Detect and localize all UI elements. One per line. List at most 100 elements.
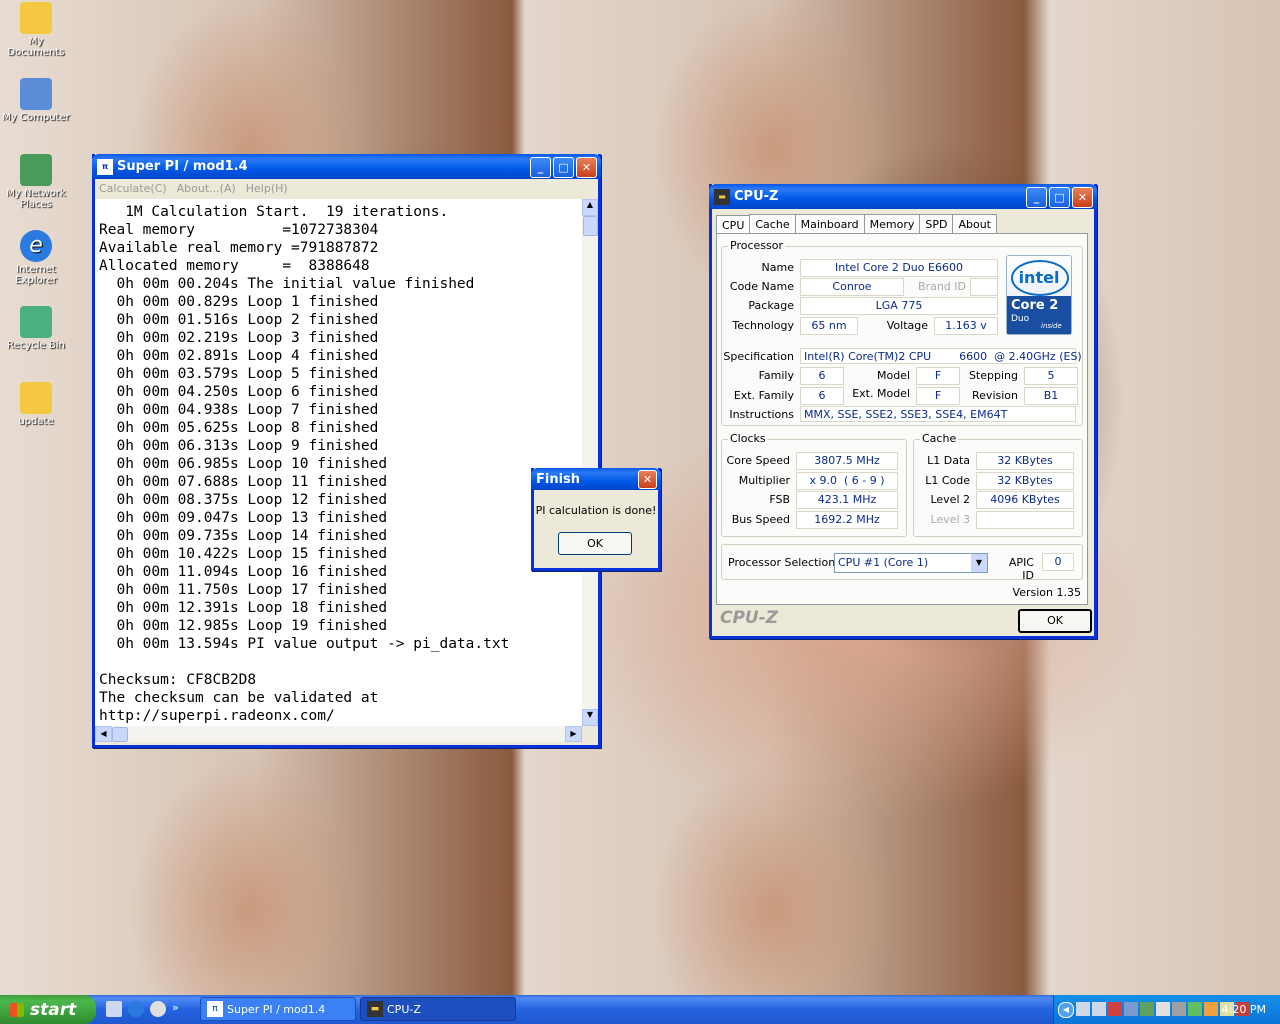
chevron-down-icon[interactable]: ▼ — [971, 554, 987, 572]
close-button[interactable]: ✕ — [1072, 187, 1093, 208]
network-icon — [20, 154, 52, 186]
minimize-button[interactable]: _ — [1026, 187, 1047, 208]
logo-inside: inside — [1041, 322, 1062, 330]
sensor-icon[interactable] — [1172, 1002, 1186, 1016]
menu-about[interactable]: About...(A) — [177, 182, 236, 195]
vertical-scrollbar[interactable]: ▲ ▼ — [582, 199, 598, 726]
output-line: http://superpi.radeonx.com/ — [99, 708, 335, 724]
output-line: 0h 00m 00.204s The initial value finishe… — [99, 276, 475, 292]
ok-button[interactable]: OK — [1018, 609, 1092, 633]
computer-icon — [20, 78, 52, 110]
superpi-titlebar[interactable]: π Super PI / mod1.4 _ □ ✕ — [92, 154, 601, 179]
field-label: Code Name — [729, 280, 794, 293]
field-label: L1 Code — [925, 474, 970, 487]
scroll-thumb[interactable] — [583, 216, 598, 236]
desktop-icon-recycle-bin[interactable]: Recycle Bin — [0, 306, 72, 351]
messenger-icon[interactable] — [1188, 1002, 1202, 1016]
version-text: Version 1.35 — [1012, 586, 1081, 599]
scroll-up-icon[interactable]: ▲ — [582, 199, 598, 216]
tray-app-icon[interactable] — [1204, 1002, 1218, 1016]
tray-expand-icon[interactable]: ◀ — [1058, 1002, 1074, 1018]
cpuz-window: ▬ CPU-Z _ □ ✕ CPU Cache Mainboard Memory SPD… — [709, 184, 1097, 639]
multiplier-value: x 9.0 ( 6 - 9 ) — [796, 472, 898, 490]
brandid-value — [970, 278, 998, 296]
minimize-button[interactable]: _ — [530, 157, 551, 178]
processor-selection-group: Processor Selection CPU #1 (Core 1) ▼ AP… — [721, 544, 1083, 582]
start-button[interactable]: start — [0, 995, 96, 1024]
hardware-icon[interactable] — [1140, 1002, 1154, 1016]
scroll-down-icon[interactable]: ▼ — [582, 709, 598, 726]
desktop-icon-label: My Computer — [2, 112, 70, 123]
tab-about[interactable]: About — [952, 214, 997, 234]
show-desktop-icon[interactable] — [106, 1001, 122, 1017]
display-icon[interactable] — [1124, 1002, 1138, 1016]
l1-code-value: 32 KBytes — [976, 472, 1074, 490]
quick-launch: » — [106, 1001, 179, 1017]
clock[interactable]: 4:20 PM — [1222, 1003, 1266, 1016]
scroll-right-icon[interactable]: ▶ — [565, 726, 582, 742]
output-line: 0h 00m 11.750s Loop 17 finished — [99, 582, 388, 598]
cpu-name-value: Intel Core 2 Duo E6600 — [800, 259, 998, 277]
ok-button[interactable]: OK — [558, 532, 632, 555]
field-label: Stepping — [968, 369, 1018, 382]
horizontal-scrollbar[interactable]: ◀ ▶ — [95, 726, 582, 742]
maximize-button[interactable]: □ — [553, 157, 574, 178]
menu-calculate[interactable]: Calculate(C) — [99, 182, 167, 195]
family-value: 6 — [800, 367, 844, 385]
resize-grip-icon[interactable] — [582, 726, 598, 742]
desktop-icon-update[interactable]: update — [0, 382, 72, 427]
maximize-button[interactable]: □ — [1049, 187, 1070, 208]
task-cpuz[interactable]: ▬ CPU-Z — [360, 997, 516, 1021]
processor-select[interactable]: CPU #1 (Core 1) ▼ — [834, 553, 988, 573]
finish-titlebar[interactable]: Finish ✕ — [531, 468, 661, 490]
task-label: CPU-Z — [387, 1002, 421, 1016]
processor-group: Processor Name Intel Core 2 Duo E6600 Co… — [721, 239, 1083, 426]
field-label: APIC ID — [1008, 556, 1034, 582]
task-label: Super PI / mod1.4 — [227, 1002, 326, 1016]
output-line: 0h 00m 08.375s Loop 12 finished — [99, 492, 388, 508]
close-button[interactable]: ✕ — [576, 157, 597, 178]
close-button[interactable]: ✕ — [638, 470, 657, 489]
tab-spd[interactable]: SPD — [919, 214, 954, 234]
field-label: Ext. Model — [852, 387, 910, 400]
superpi-output[interactable]: 1M Calculation Start. 19 iterations. Real… — [95, 199, 582, 726]
media-player-icon[interactable] — [150, 1001, 166, 1017]
desktop-icon-my-network-places[interactable]: My Network Places — [0, 154, 72, 210]
output-line: 0h 00m 10.422s Loop 15 finished — [99, 546, 388, 562]
network-icon[interactable] — [1092, 1002, 1106, 1016]
quick-launch-expand-icon[interactable]: » — [172, 1001, 179, 1017]
desktop-icon-my-computer[interactable]: My Computer — [0, 78, 72, 123]
security-icon[interactable] — [1108, 1002, 1122, 1016]
group-label: Clocks — [728, 432, 768, 445]
task-superpi[interactable]: π Super PI / mod1.4 — [200, 997, 356, 1021]
menu-help[interactable]: Help(H) — [246, 182, 288, 195]
hscroll-thumb[interactable] — [112, 727, 128, 742]
desktop-icon-my-documents[interactable]: My Documents — [0, 2, 72, 58]
instructions-value: MMX, SSE, SSE2, SSE3, SSE4, EM64T — [800, 406, 1076, 422]
output-line: 0h 00m 07.688s Loop 11 finished — [99, 474, 388, 490]
output-line: 0h 00m 02.891s Loop 4 finished — [99, 348, 379, 364]
ie-icon[interactable] — [128, 1001, 144, 1017]
tab-memory[interactable]: Memory — [863, 214, 921, 234]
model-value: F — [916, 367, 960, 385]
ext-family-value: 6 — [800, 387, 844, 405]
output-line: Available real memory =791887872 — [99, 240, 379, 256]
output-line: 0h 00m 02.219s Loop 3 finished — [99, 330, 379, 346]
cpuz-titlebar[interactable]: ▬ CPU-Z _ □ ✕ — [709, 184, 1097, 209]
network-icon[interactable] — [1076, 1002, 1090, 1016]
scroll-left-icon[interactable]: ◀ — [95, 726, 112, 742]
tab-mainboard[interactable]: Mainboard — [794, 214, 865, 234]
field-label: Family — [758, 369, 794, 382]
revision-value: B1 — [1024, 387, 1078, 405]
field-label: Revision — [972, 389, 1018, 402]
field-label: Core Speed — [726, 454, 790, 467]
volume-icon[interactable] — [1156, 1002, 1170, 1016]
intel-core2-logo-icon: intel Core 2 Duo inside — [1006, 255, 1072, 335]
desktop-icon-internet-explorer[interactable]: e Internet Explorer — [0, 230, 72, 286]
tab-cache[interactable]: Cache — [749, 214, 796, 234]
output-line: 0h 00m 03.579s Loop 5 finished — [99, 366, 379, 382]
dialog-title: Finish — [536, 471, 581, 487]
field-label: Brand ID — [918, 280, 966, 293]
cpuz-brand-text: CPU-Z — [720, 608, 779, 628]
cpuz-app-icon: ▬ — [714, 188, 730, 205]
